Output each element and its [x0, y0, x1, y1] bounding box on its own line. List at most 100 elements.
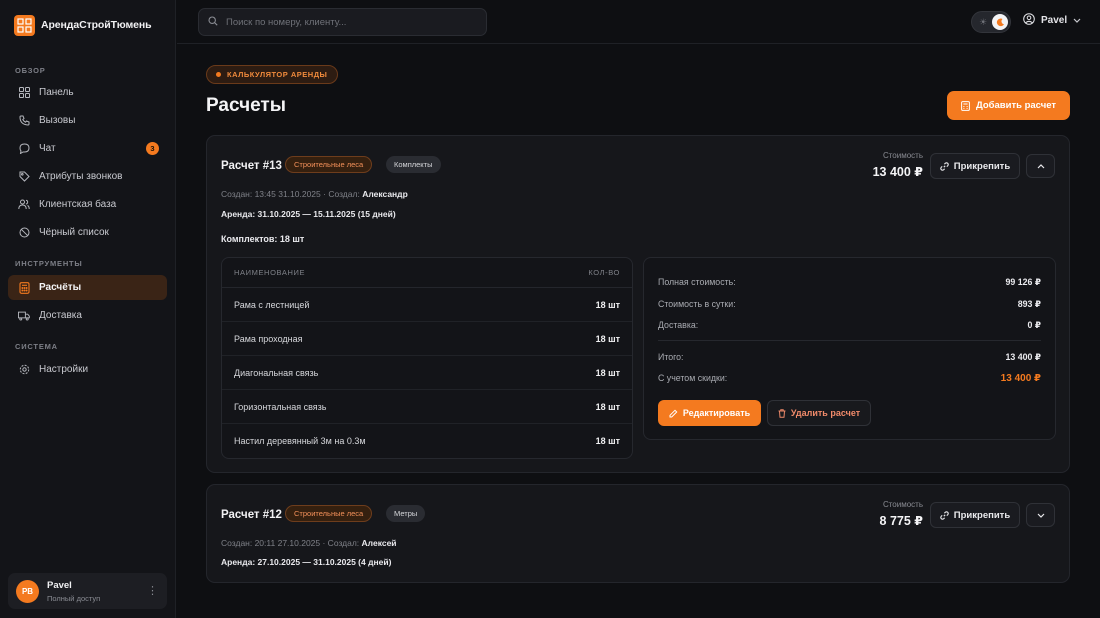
section-label-overview: ОБЗОР [15, 66, 46, 75]
table-header: НАИМЕНОВАНИЕ КОЛ-ВО [222, 258, 632, 288]
cost-value: 13 400 ₽ [872, 165, 923, 179]
item-qty: 18 шт [595, 401, 620, 412]
created-prefix: Создан: 20:11 27.10.2025 · Создал: [221, 538, 360, 548]
collapse-button[interactable] [1026, 154, 1055, 178]
gear-icon [18, 364, 30, 376]
cost-label: Стоимость [882, 151, 923, 160]
sidebar-item-label: Чат [39, 143, 56, 154]
user-circle-icon [1023, 13, 1035, 28]
pin-label: Прикрепить [953, 509, 1011, 521]
item-qty: 18 шт [595, 333, 620, 344]
item-name: Рама с лестницей [234, 299, 310, 310]
link-icon [940, 510, 949, 520]
created-author: Александр [362, 189, 408, 199]
brand-name: АрендаСтройТюмень [41, 19, 152, 31]
sidebar-item-settings[interactable]: Настройки [8, 357, 167, 382]
sidebar-item-call-attributes[interactable]: Атрибуты звонков [8, 164, 167, 189]
calculator-icon [18, 281, 30, 294]
user-role: Полный доступ [47, 593, 101, 603]
summary-divider [658, 340, 1041, 341]
kits-count: Комплектов: 18 шт [221, 234, 305, 244]
unit-tag: Метры [386, 505, 426, 522]
summary-discount: С учетом скидки: 13 400 ₽ [658, 373, 1041, 384]
expand-button[interactable] [1026, 503, 1055, 527]
summary-full-cost: Полная стоимость: 99 126 ₽ [658, 277, 1041, 288]
item-qty: 18 шт [595, 436, 620, 446]
tag-icon [18, 171, 30, 183]
table-row: Рама проходная 18 шт [222, 322, 632, 356]
pin-button[interactable]: Прикрепить [930, 502, 1020, 528]
main-content: КАЛЬКУЛЯТОР АРЕНДЫ Расчеты Добавить расч… [177, 45, 1100, 618]
sidebar-item-dashboard[interactable]: Панель [8, 80, 167, 105]
section-label-tools: ИНСТРУМЕНТЫ [15, 259, 83, 268]
logo-icon [14, 14, 35, 36]
avatar: PB [16, 579, 39, 603]
rental-period: Аренда: 31.10.2025 — 15.11.2025 (15 дней… [221, 209, 396, 219]
summary-delivery: Доставка: 0 ₽ [658, 320, 1041, 331]
delete-label: Удалить расчет [790, 408, 861, 418]
delete-button[interactable]: Удалить расчет [767, 400, 871, 426]
sidebar-item-chat[interactable]: Чат 3 [8, 136, 167, 161]
unit-tag: Комплекты [386, 156, 441, 173]
sidebar-item-label: Атрибуты звонков [39, 171, 123, 182]
table-row: Настил деревянный 3м на 0.3м 18 шт [222, 424, 632, 458]
grid-icon [18, 87, 30, 99]
cost-value: 8 775 ₽ [879, 514, 923, 528]
page-section-tag-label: КАЛЬКУЛЯТОР АРЕНДЫ [227, 70, 328, 79]
add-calculation-button[interactable]: Добавить расчет [947, 91, 1070, 120]
summary-label: Итого: [658, 352, 684, 362]
topbar: ☀ Pavel [177, 0, 1100, 44]
table-row: Рама с лестницей 18 шт [222, 288, 632, 322]
trash-icon [778, 408, 786, 418]
moon-icon [992, 14, 1008, 30]
item-name: Диагональная связь [234, 367, 319, 378]
brand[interactable]: АрендаСтройТюмень [0, 0, 175, 50]
created-info: Создан: 20:11 27.10.2025 · Создал: Алекс… [221, 538, 397, 548]
summary-label: Стоимость в сутки: [658, 299, 736, 309]
rental-period: Аренда: 27.10.2025 — 31.10.2025 (4 дней) [221, 557, 392, 567]
summary-label: С учетом скидки: [658, 373, 728, 383]
sidebar-item-calculations[interactable]: Расчёты [8, 275, 167, 300]
edit-button[interactable]: Редактировать [658, 400, 761, 426]
item-name: Горизонтальная связь [234, 401, 327, 412]
ban-icon [18, 227, 30, 239]
user-name: Pavel [47, 579, 72, 591]
sidebar-item-blacklist[interactable]: Чёрный список [8, 220, 167, 245]
summary-value: 13 400 ₽ [1000, 373, 1041, 384]
page-title: Расчеты [206, 95, 286, 116]
pin-label: Прикрепить [953, 160, 1011, 172]
cost-summary: Полная стоимость: 99 126 ₽ Стоимость в су… [643, 257, 1056, 440]
sidebar-item-delivery[interactable]: Доставка [8, 303, 167, 328]
section-label-system: СИСТЕМА [15, 342, 58, 351]
chevron-down-icon [1073, 15, 1081, 26]
sidebar-item-calls[interactable]: Вызовы [8, 108, 167, 133]
more-vertical-icon[interactable]: ⋮ [147, 584, 158, 598]
phone-icon [18, 115, 30, 127]
created-prefix: Создан: 13:45 31.10.2025 · Создал: [221, 189, 360, 199]
user-card[interactable]: PB Pavel Полный доступ ⋮ [8, 573, 167, 609]
column-header-qty: КОЛ-ВО [588, 268, 620, 277]
dot-icon [216, 72, 221, 77]
truck-icon [18, 310, 30, 322]
search-box[interactable] [198, 8, 487, 36]
add-calculation-label: Добавить расчет [975, 100, 1057, 111]
sun-icon: ☀ [979, 17, 988, 27]
search-input[interactable] [226, 16, 466, 28]
sidebar-item-clients[interactable]: Клиентская база [8, 192, 167, 217]
sidebar-item-label: Панель [39, 87, 74, 98]
chat-count-badge: 3 [146, 142, 159, 155]
item-qty: 18 шт [595, 367, 620, 378]
pin-button[interactable]: Прикрепить [930, 153, 1020, 179]
link-icon [940, 161, 949, 171]
theme-toggle[interactable]: ☀ [971, 11, 1011, 33]
item-qty: 18 шт [595, 299, 620, 310]
cost-label: Стоимость [882, 500, 923, 509]
users-icon [18, 199, 30, 211]
calculator-icon [961, 100, 970, 111]
item-name: Рама проходная [234, 333, 303, 344]
profile-menu[interactable]: Pavel [1023, 13, 1081, 28]
chevron-up-icon [1037, 160, 1045, 172]
table-row: Горизонтальная связь 18 шт [222, 390, 632, 424]
summary-value: 99 126 ₽ [1005, 277, 1041, 287]
chevron-down-icon [1037, 509, 1045, 521]
